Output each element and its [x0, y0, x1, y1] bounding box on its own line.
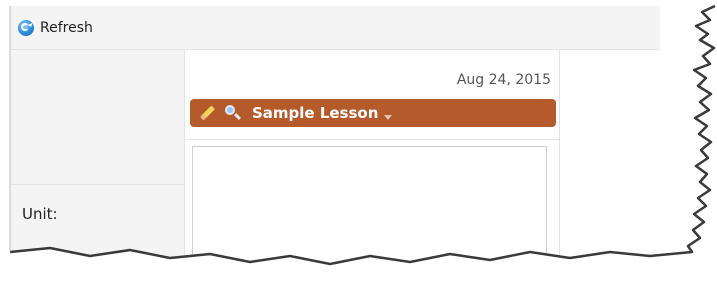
magnifier-icon[interactable] [224, 104, 242, 122]
unit-field[interactable] [192, 146, 547, 264]
pencil-icon[interactable] [198, 104, 216, 122]
lesson-column: Aug 24, 2015 Sample Lesson [186, 50, 560, 264]
toolbar: Refresh [10, 6, 660, 50]
refresh-button[interactable]: Refresh [18, 19, 93, 36]
lesson-header-bar[interactable]: Sample Lesson [190, 99, 556, 127]
row-label-column: Unit: [10, 50, 185, 264]
lesson-title[interactable]: Sample Lesson [252, 104, 393, 122]
unit-label: Unit: [22, 205, 58, 223]
row-divider [10, 184, 184, 185]
lesson-title-text: Sample Lesson [252, 104, 379, 122]
refresh-icon [18, 19, 34, 36]
refresh-label: Refresh [40, 19, 93, 36]
lesson-date: Aug 24, 2015 [456, 72, 551, 88]
row-divider [186, 139, 559, 140]
screenshot-frame: Refresh Unit: Aug 24, 2015 Sample Lesson [0, 0, 717, 287]
chevron-down-icon[interactable] [384, 115, 393, 120]
content-area: Refresh Unit: Aug 24, 2015 Sample Lesson [10, 6, 715, 264]
